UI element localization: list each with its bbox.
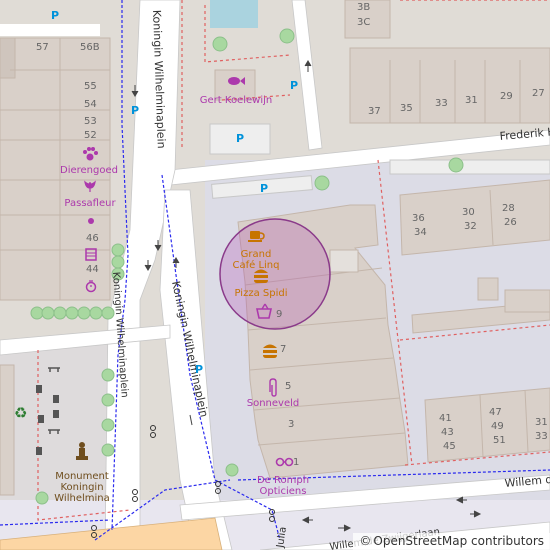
- water-pond: [210, 0, 258, 28]
- house-number: 30: [462, 207, 475, 218]
- waste-basket-icon[interactable]: [36, 447, 42, 455]
- house-number: 26: [504, 217, 517, 228]
- house-number: 51: [493, 435, 506, 446]
- tree: [111, 255, 125, 269]
- house-number: 54: [84, 99, 97, 110]
- parking-icon: P: [131, 104, 139, 117]
- house-number: 36: [412, 213, 425, 224]
- poi-label-gert-koelewijn[interactable]: Gert Koelewijn: [200, 95, 272, 106]
- tree: [53, 306, 67, 320]
- map-view[interactable]: Koningin Wilhelminaplein Koningin Wilhel…: [0, 0, 550, 550]
- house-number: 52: [84, 130, 97, 141]
- house-number: 43: [441, 427, 454, 438]
- tree: [89, 306, 103, 320]
- house-number: 46: [86, 233, 99, 244]
- house-number: 3B: [357, 2, 370, 13]
- parking-icon: P: [290, 79, 298, 92]
- waste-basket-icon[interactable]: [38, 415, 44, 423]
- house-number: 28: [502, 203, 515, 214]
- parking-icon: P: [195, 363, 203, 376]
- tree: [77, 306, 91, 320]
- tree: [314, 175, 330, 191]
- house-number: 3C: [357, 17, 370, 28]
- copyright-symbol: ©: [359, 534, 372, 548]
- fastfood-icon[interactable]: [263, 344, 277, 359]
- waste-basket-icon[interactable]: [36, 385, 42, 393]
- parking-icon: P: [51, 9, 59, 22]
- parking-icon: P: [260, 182, 268, 195]
- house-number: 3: [288, 419, 294, 430]
- house-number: 56B: [80, 42, 100, 53]
- house-number: 41: [439, 413, 452, 424]
- house-number: 9: [276, 309, 282, 320]
- tree: [30, 306, 44, 320]
- poi-label-pizza-spidi[interactable]: Pizza Spidi: [235, 288, 288, 299]
- tree: [101, 306, 115, 320]
- svg-text:♻: ♻: [14, 404, 27, 422]
- tree: [225, 463, 239, 477]
- tree: [101, 443, 115, 457]
- house-number: 33: [435, 98, 448, 109]
- house-number: 35: [400, 103, 413, 114]
- map-attribution[interactable]: © OpenStreetMap contributors: [353, 533, 550, 550]
- house-number: 47: [489, 407, 502, 418]
- house-number: 31: [535, 417, 548, 428]
- tree: [279, 28, 295, 44]
- poi-label-monument-line2[interactable]: Koningin: [60, 482, 103, 493]
- tree: [448, 157, 464, 173]
- poi-label-sonneveld[interactable]: Sonneveld: [247, 398, 300, 409]
- tree: [41, 306, 55, 320]
- map-canvas: Koningin Wilhelminaplein Koningin Wilhel…: [0, 0, 550, 550]
- recycling-icon[interactable]: ♻: [14, 404, 27, 422]
- house-number: 7: [280, 344, 286, 355]
- parking-icon: P: [236, 132, 244, 145]
- tree: [111, 243, 125, 257]
- tree: [212, 36, 228, 52]
- house-number: 49: [491, 421, 504, 432]
- poi-label-monument-line3[interactable]: Wilhelmina: [54, 493, 109, 504]
- tree: [101, 393, 115, 407]
- house-number: 27: [532, 88, 545, 99]
- poi-label-de-romph-line2[interactable]: Opticiens: [260, 486, 307, 497]
- house-number: 37: [368, 106, 381, 117]
- house-number: 53: [84, 116, 97, 127]
- poi-label-dierengoed[interactable]: Dierengoed: [60, 165, 118, 176]
- attribution-link[interactable]: OpenStreetMap contributors: [373, 533, 544, 550]
- building: [0, 37, 16, 79]
- house-number: 33: [535, 431, 548, 442]
- house-number: 5: [285, 381, 291, 392]
- poi-label-grand-cafe-line1[interactable]: Grand: [241, 249, 272, 260]
- shop-dot-icon[interactable]: [88, 218, 94, 224]
- building-left-edge: [0, 364, 15, 496]
- house-number: 57: [36, 42, 49, 53]
- house-number: 55: [84, 81, 97, 92]
- house-number: 1: [293, 457, 299, 468]
- house-number: 44: [86, 264, 99, 275]
- building-small: [504, 289, 550, 313]
- road-top-left: [0, 24, 100, 36]
- house-number: 31: [465, 95, 478, 106]
- tree: [35, 491, 49, 505]
- waste-basket-icon[interactable]: [53, 395, 59, 403]
- tree: [101, 368, 115, 382]
- tree: [101, 418, 115, 432]
- tree: [65, 306, 79, 320]
- poi-label-grand-cafe-line2[interactable]: Café Linq: [233, 259, 280, 271]
- house-number: 29: [500, 91, 513, 102]
- building-courtyard: [329, 249, 359, 273]
- poi-label-passafleur[interactable]: Passafleur: [64, 198, 116, 209]
- house-number: 45: [443, 441, 456, 452]
- location-highlight-circle[interactable]: [219, 218, 331, 330]
- house-number: 34: [414, 227, 427, 238]
- waste-basket-icon[interactable]: [53, 410, 59, 418]
- building-small: [477, 277, 499, 301]
- poi-label-de-romph-line1[interactable]: De Romph: [257, 475, 309, 486]
- fastfood-icon[interactable]: [254, 269, 268, 284]
- poi-label-monument-line1[interactable]: Monument: [55, 471, 109, 482]
- parking-strip: [389, 159, 550, 175]
- house-number: 32: [464, 221, 477, 232]
